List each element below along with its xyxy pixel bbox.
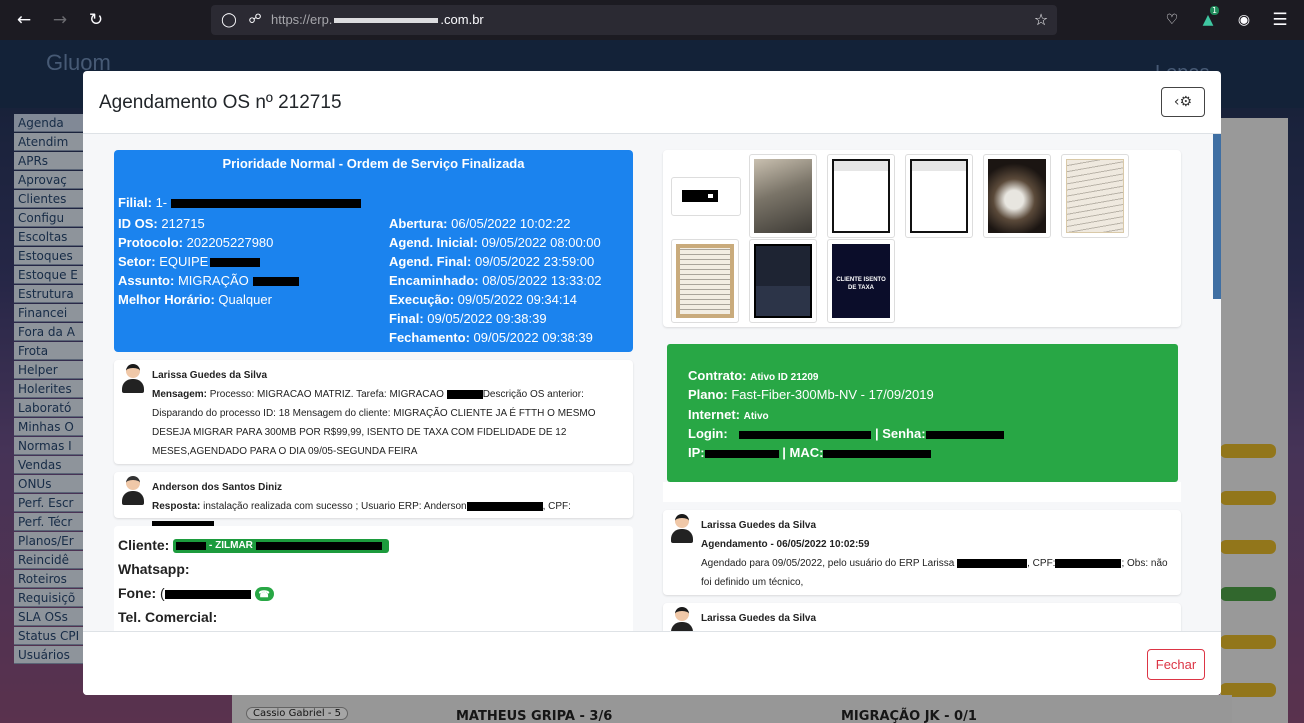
- lock-icon[interactable]: ☍: [243, 8, 267, 32]
- protocolo-row: Protocolo: 202205227980: [118, 235, 274, 250]
- os-info-card: Prioridade Normal - Ordem de Serviço Fin…: [114, 150, 633, 352]
- os-status: Prioridade Normal - Ordem de Serviço Fin…: [222, 156, 525, 171]
- encaminhado-row: Encaminhado: 08/05/2022 13:33:02: [389, 273, 602, 288]
- url-text: https://erp. .com.br: [271, 12, 484, 27]
- whatsapp-row: Whatsapp:: [118, 561, 190, 577]
- modal-title: Agendamento OS nº 212715: [99, 92, 342, 113]
- history-card: Larissa Guedes da Silva: [663, 603, 1181, 631]
- message-card: Larissa Guedes da Silva Mensagem: Proces…: [114, 360, 633, 464]
- message-text: Mensagem: Processo: MIGRACAO MATRIZ. Tar…: [152, 389, 596, 457]
- abertura-row: Abertura: 06/05/2022 10:02:22: [389, 216, 571, 231]
- photo-thumb[interactable]: CLIENTE ISENTO DE TAXA: [827, 239, 895, 323]
- setor-row: Setor: EQUIPE: [118, 252, 261, 271]
- address-bar[interactable]: ◯ ☍ https://erp. .com.br ☆: [211, 5, 1057, 35]
- browser-toolbar: ← → ↻ ◯ ☍ https://erp. .com.br ☆ ♡ ▲ 1 ◉ …: [0, 0, 1304, 40]
- modal-header: Agendamento OS nº 212715 ‹⚙: [83, 71, 1221, 134]
- photo-gallery: CLIENTE ISENTO DE TAXA: [663, 150, 1181, 327]
- whatsapp-icon[interactable]: ☎: [254, 587, 274, 602]
- back-arrow-icon[interactable]: ←: [12, 8, 36, 32]
- male-avatar-icon: [120, 476, 146, 506]
- settings-button[interactable]: ‹⚙: [1161, 87, 1205, 117]
- horario-row: Melhor Horário: Qualquer: [118, 292, 272, 307]
- final-row: Final: 09/05/2022 09:38:39: [389, 311, 547, 326]
- tel-comercial-row: Tel. Comercial:: [118, 609, 218, 625]
- forward-arrow-icon[interactable]: →: [48, 8, 72, 32]
- contract-card: Contrato: Ativo ID 21209 Plano: Fast-Fib…: [667, 344, 1178, 482]
- scrollbar[interactable]: [1213, 134, 1221, 299]
- photo-thumb[interactable]: [827, 154, 895, 238]
- bookmark-star-icon[interactable]: ☆: [1029, 8, 1053, 32]
- agend-final-row: Agend. Final: 09/05/2022 23:59:00: [389, 254, 595, 269]
- agend-inicial-row: Agend. Inicial: 09/05/2022 08:00:00: [389, 235, 601, 250]
- message-card: Anderson dos Santos Diniz Resposta: inst…: [114, 472, 633, 530]
- female-avatar-icon: [120, 364, 146, 394]
- photo-thumb[interactable]: [749, 239, 817, 323]
- internet-row: Internet: Ativo: [688, 407, 769, 422]
- execucao-row: Execução: 09/05/2022 09:34:14: [389, 292, 577, 307]
- fechamento-row: Fechamento: 09/05/2022 09:38:39: [389, 330, 593, 345]
- extension-badge: 1: [1210, 6, 1220, 15]
- close-button[interactable]: Fechar: [1147, 649, 1205, 680]
- photo-thumb[interactable]: [905, 154, 973, 238]
- gears-icon: ‹⚙: [1173, 94, 1193, 110]
- photo-thumb[interactable]: [983, 154, 1051, 238]
- modal-footer: Fechar: [83, 631, 1221, 695]
- message-author: Larissa Guedes da Silva: [152, 370, 268, 381]
- filial-row: Filial: 1-: [118, 193, 362, 212]
- reload-icon[interactable]: ↻: [84, 8, 108, 32]
- id-row: ID OS: 212715: [118, 216, 205, 231]
- female-avatar-icon: [669, 514, 695, 544]
- contrato-row: Contrato: Ativo ID 21209: [688, 368, 819, 383]
- pocket-icon[interactable]: ♡: [1160, 8, 1184, 32]
- message-author: Anderson dos Santos Diniz: [152, 482, 283, 493]
- ip-row: IP: | MAC:: [688, 445, 932, 460]
- menu-icon[interactable]: ☰: [1268, 8, 1292, 32]
- client-badge[interactable]: - ZILMAR: [173, 539, 390, 554]
- photo-thumb[interactable]: [671, 239, 739, 323]
- history-title: Agendamento - 06/05/2022 10:02:59: [701, 539, 870, 550]
- shield-icon[interactable]: ◯: [217, 8, 241, 32]
- modal-body[interactable]: Prioridade Normal - Ordem de Serviço Fin…: [83, 134, 1221, 631]
- photo-thumb[interactable]: [1061, 154, 1129, 238]
- schedule-modal: Agendamento OS nº 212715 ‹⚙ Prioridade N…: [83, 71, 1221, 695]
- client-card: Cliente: - ZILMAR Whatsapp: Fone: ( ☎ Te…: [114, 526, 633, 631]
- history-author: Larissa Guedes da Silva: [701, 520, 817, 531]
- assunto-row: Assunto: MIGRAÇÃO: [118, 271, 299, 290]
- female-avatar-icon: [669, 607, 695, 631]
- login-row: Login: | Senha:: [688, 426, 1004, 441]
- fone-row: Fone: ( ☎: [118, 585, 274, 602]
- history-card: Larissa Guedes da Silva Agendamento - 06…: [663, 510, 1181, 595]
- history-text: Agendado para 09/05/2022, pelo usuário d…: [701, 558, 1168, 588]
- account-icon[interactable]: ◉: [1232, 8, 1256, 32]
- attachment-thumb[interactable]: [671, 177, 741, 216]
- card-footer: [663, 482, 1181, 502]
- history-author: Larissa Guedes da Silva: [701, 613, 817, 624]
- photo-thumb[interactable]: [749, 154, 817, 238]
- plano-row: Plano: Fast-Fiber-300Mb-NV - 17/09/2019: [688, 387, 934, 402]
- cliente-row: Cliente: - ZILMAR: [118, 537, 390, 554]
